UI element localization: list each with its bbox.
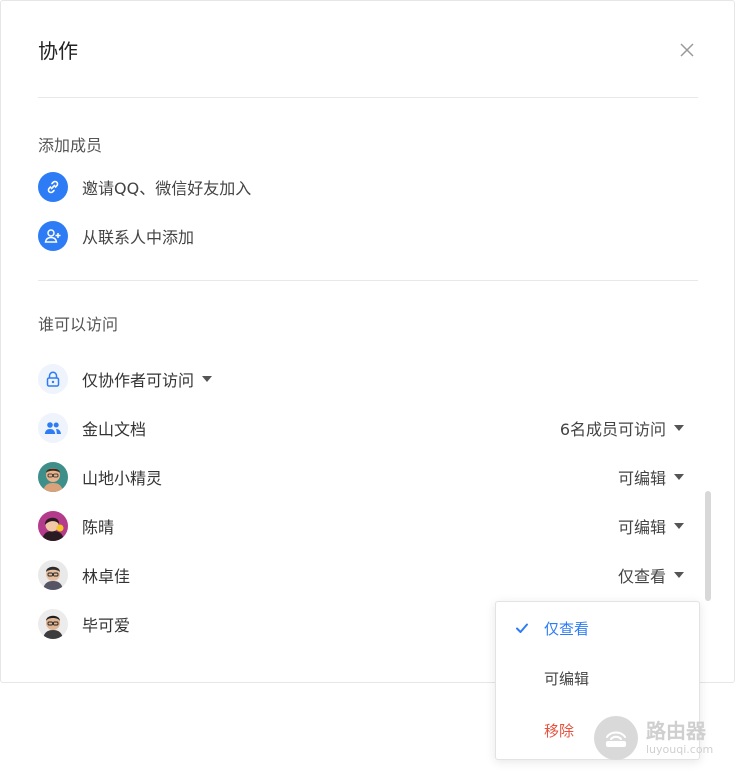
header-divider: [38, 97, 698, 98]
visibility-dropdown[interactable]: 仅协作者可访问: [82, 367, 213, 391]
chevron-down-icon: [674, 523, 684, 529]
org-name: 金山文档: [82, 420, 147, 439]
add-members-heading: 添加成员: [38, 136, 103, 155]
visibility-row: 仅协作者可访问: [38, 363, 684, 395]
lock-icon: [38, 364, 68, 394]
menu-item-can-edit[interactable]: 可编辑: [496, 658, 699, 698]
router-icon: [594, 716, 638, 760]
group-icon: [38, 413, 68, 443]
link-icon: [38, 172, 68, 202]
member-permission-value: 可编辑: [617, 469, 666, 488]
collaboration-dialog: 协作 添加成员 邀请QQ、微信好友加入 从联系人中添加 谁可以访问 仅协作者可访…: [0, 0, 735, 683]
member-row: 山地小精灵 可编辑: [38, 461, 684, 493]
member-name: 毕可爱: [82, 616, 131, 635]
chevron-down-icon: [674, 425, 684, 431]
menu-item-label: 可编辑: [544, 669, 590, 688]
member-permission-dropdown[interactable]: 仅查看: [618, 563, 684, 587]
add-from-contacts-label: 从联系人中添加: [82, 228, 195, 247]
avatar: [38, 560, 68, 590]
menu-item-view-only[interactable]: 仅查看: [496, 608, 699, 648]
org-row: 金山文档 6名成员可访问: [38, 412, 684, 444]
member-row: 陈晴 可编辑: [38, 510, 684, 542]
watermark-subtext: luyouqi.com: [646, 743, 714, 756]
member-permission-value: 可编辑: [617, 518, 666, 537]
watermark: 路由器 luyouqi.com: [594, 716, 713, 760]
member-permission-dropdown[interactable]: 可编辑: [618, 465, 684, 489]
chevron-down-icon: [202, 376, 213, 382]
check-icon: [516, 623, 528, 633]
close-icon[interactable]: [677, 40, 697, 60]
add-user-icon: [38, 221, 68, 251]
member-name: 山地小精灵: [82, 469, 163, 488]
chevron-down-icon: [674, 572, 684, 578]
org-permission-dropdown[interactable]: 6名成员可访问: [560, 416, 684, 440]
visibility-value: 仅协作者可访问: [82, 371, 195, 390]
avatar: [38, 462, 68, 492]
invite-friends-label: 邀请QQ、微信好友加入: [82, 179, 252, 198]
invite-friends-button[interactable]: 邀请QQ、微信好友加入: [38, 172, 251, 202]
section-divider: [38, 280, 698, 281]
member-name: 林卓佳: [82, 567, 131, 586]
chevron-down-icon: [674, 474, 684, 480]
member-row: 林卓佳 仅查看: [38, 559, 684, 591]
member-permission-dropdown[interactable]: 可编辑: [618, 514, 684, 538]
member-permission-value: 仅查看: [617, 567, 666, 586]
org-permission-value: 6名成员可访问: [559, 420, 666, 439]
add-from-contacts-button[interactable]: 从联系人中添加: [38, 221, 194, 251]
menu-item-label: 移除: [544, 721, 575, 740]
watermark-text: 路由器: [646, 719, 706, 743]
avatar: [38, 609, 68, 639]
dialog-title: 协作: [38, 39, 78, 63]
access-heading: 谁可以访问: [38, 315, 119, 334]
scrollbar-thumb[interactable]: [705, 491, 711, 601]
member-name: 陈晴: [82, 518, 115, 537]
menu-item-label: 仅查看: [544, 619, 590, 638]
avatar: [38, 511, 68, 541]
